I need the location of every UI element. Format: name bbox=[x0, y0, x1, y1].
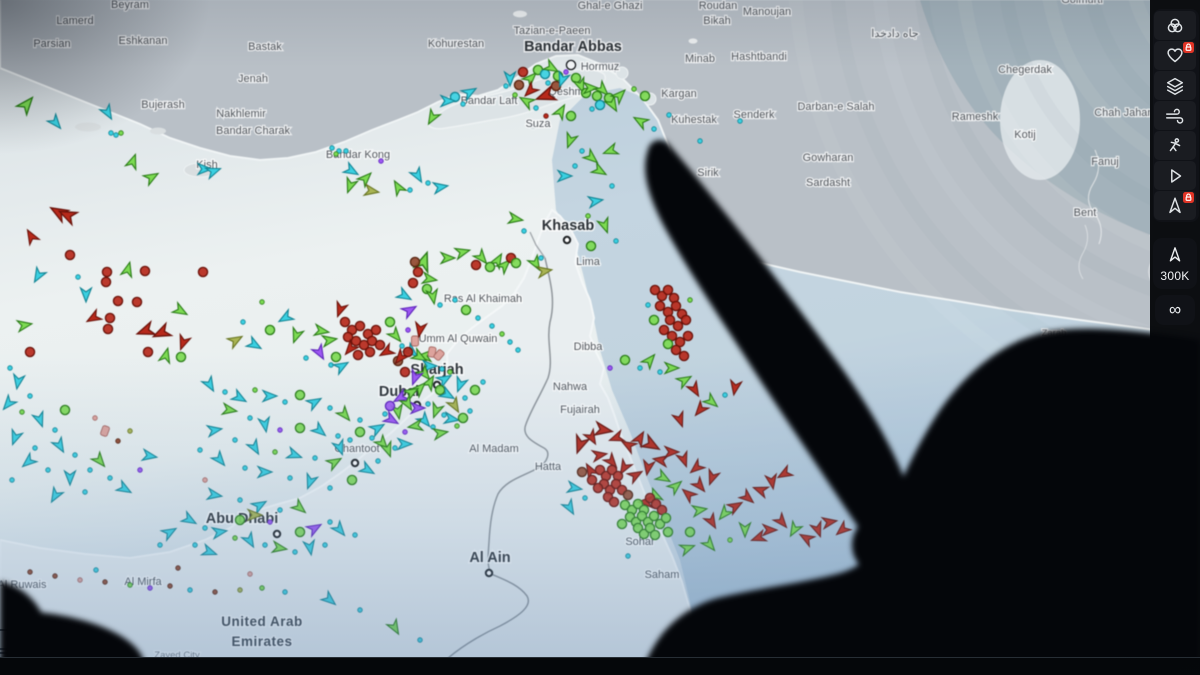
pointing-finger bbox=[645, 140, 913, 561]
hand-fist bbox=[641, 329, 1200, 675]
screen-photo: BeyramLamerdParsianEshkananBastakJenahBu… bbox=[0, 0, 1200, 675]
screen-bezel bbox=[0, 657, 1200, 675]
hand-silhouette bbox=[0, 0, 1200, 675]
knuckle bbox=[852, 507, 948, 583]
